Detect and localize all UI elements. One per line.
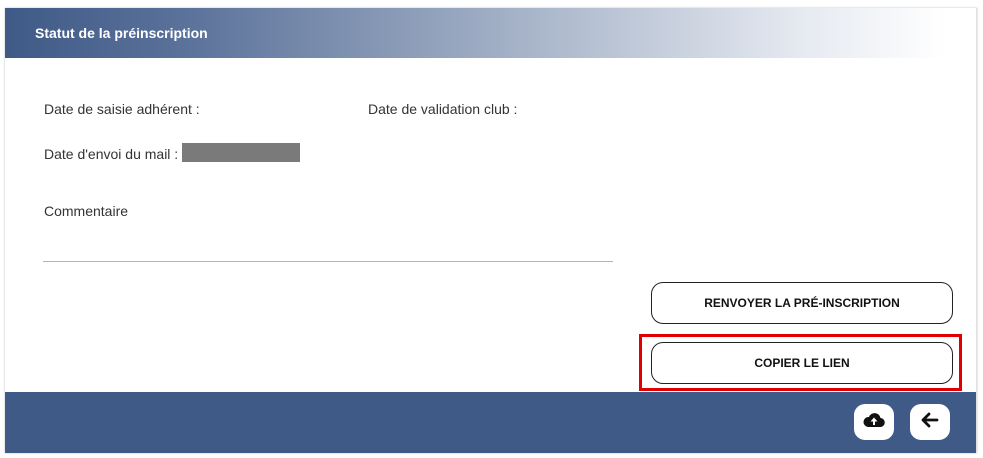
- commentaire-field-underline[interactable]: [43, 261, 613, 262]
- redacted-value: [182, 143, 300, 162]
- status-panel: Statut de la préinscription Date de sais…: [5, 8, 977, 453]
- date-saisie-label: Date de saisie adhérent :: [44, 101, 200, 117]
- arrow-left-icon: [921, 412, 939, 433]
- commentaire-label: Commentaire: [44, 203, 129, 219]
- copy-link-button[interactable]: COPIER LE LIEN: [651, 342, 953, 384]
- date-envoi-label: Date d'envoi du mail :: [44, 146, 179, 162]
- upload-button[interactable]: [854, 404, 894, 440]
- panel-header: Statut de la préinscription: [5, 8, 945, 58]
- panel-title: Statut de la préinscription: [35, 25, 208, 41]
- cloud-upload-icon: [863, 412, 885, 433]
- back-button[interactable]: [910, 404, 950, 440]
- footer-bar: [5, 392, 976, 453]
- page: Statut de la préinscription Date de sais…: [0, 0, 983, 458]
- resend-preinscription-button[interactable]: RENVOYER LA PRÉ-INSCRIPTION: [651, 282, 953, 324]
- date-validation-label: Date de validation club :: [368, 101, 518, 117]
